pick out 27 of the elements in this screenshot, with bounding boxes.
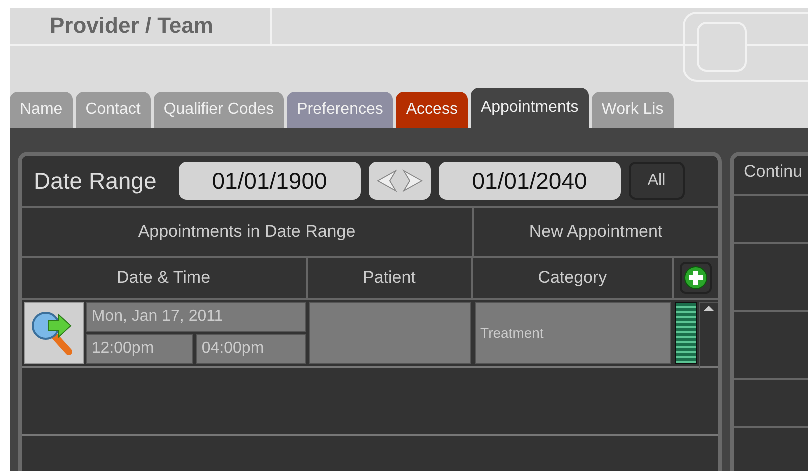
column-header: Patient: [308, 258, 474, 298]
column-header: Date & Time: [22, 258, 308, 298]
all-button[interactable]: All: [628, 162, 685, 200]
tab[interactable]: Preferences: [287, 92, 394, 128]
tab[interactable]: Access: [396, 92, 468, 128]
date-stepper[interactable]: [368, 162, 431, 200]
date-range-label: Date Range: [34, 168, 157, 194]
end-time: 04:00pm: [196, 334, 306, 364]
page-title: Provider / Team: [50, 13, 214, 39]
group-header: New Appointment: [528, 221, 664, 243]
scrollbar[interactable]: [699, 302, 718, 369]
tab[interactable]: Appointments: [470, 88, 589, 128]
left-arrow-icon[interactable]: [376, 169, 398, 193]
plus-icon: [684, 266, 708, 290]
add-button[interactable]: [680, 262, 712, 294]
panel-title: Continu: [734, 156, 808, 196]
right-arrow-icon[interactable]: [402, 169, 424, 193]
color-strip: [675, 302, 698, 364]
scroll-up-icon[interactable]: [703, 303, 716, 313]
appointment-date: Mon, Jan 17, 2011: [86, 302, 306, 332]
column-header: Category: [473, 258, 674, 298]
start-date-field[interactable]: 01/01/1900: [178, 162, 361, 200]
end-date-field[interactable]: 01/01/2040: [438, 162, 621, 200]
start-time: 12:00pm: [86, 334, 193, 364]
category-cell: Treatment: [474, 302, 672, 364]
open-button[interactable]: [24, 302, 84, 364]
group-header: Appointments in Date Range: [22, 208, 474, 256]
